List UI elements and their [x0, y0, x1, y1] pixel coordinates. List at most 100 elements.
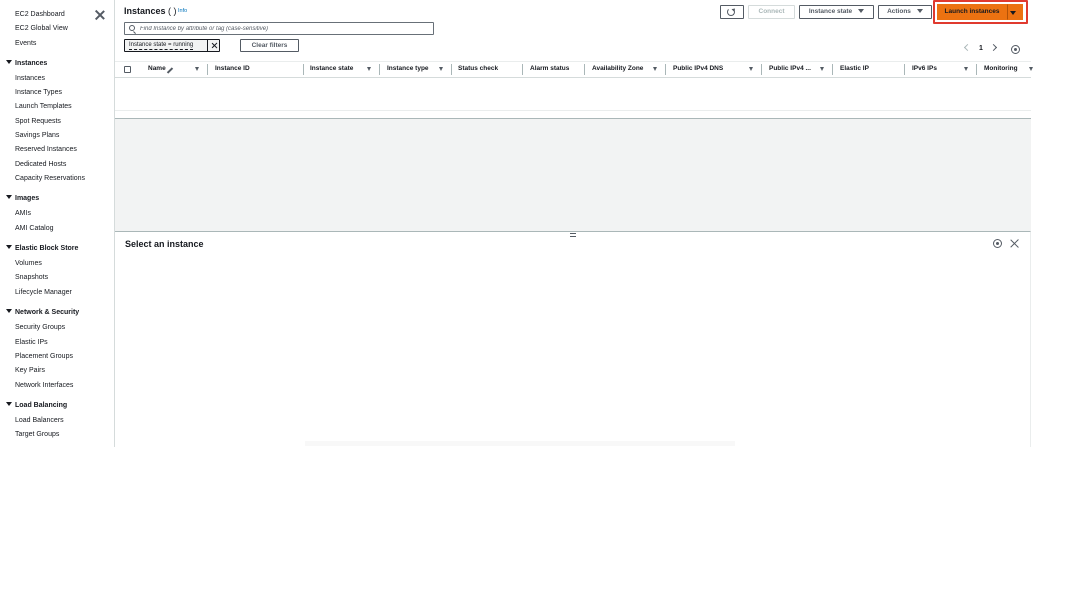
column-divider[interactable] [303, 64, 304, 75]
caret-down-icon [6, 195, 12, 199]
select-all-checkbox[interactable] [124, 66, 131, 73]
column-header-instance-type[interactable]: Instance type [387, 65, 429, 72]
column-divider[interactable] [665, 64, 666, 75]
sort-icon[interactable] [439, 67, 443, 71]
sidebar-nav: EC2 Dashboard EC2 Global View Events Ins… [0, 0, 115, 447]
sidebar-item-amis[interactable]: AMIs [15, 210, 31, 217]
search-input[interactable] [140, 24, 425, 34]
sidebar-item-capacity-reservations[interactable]: Capacity Reservations [15, 175, 85, 182]
clear-filters-button[interactable]: Clear filters [240, 39, 299, 52]
close-icon[interactable] [1010, 239, 1019, 248]
refresh-button[interactable] [720, 5, 744, 19]
caret-down-icon [6, 245, 12, 249]
sidebar-item-lifecycle-manager[interactable]: Lifecycle Manager [15, 289, 72, 296]
column-header-name[interactable]: Name [148, 65, 166, 72]
sidebar-item-ami-catalog[interactable]: AMI Catalog [15, 225, 54, 232]
sidebar-item-load-balancers[interactable]: Load Balancers [15, 417, 64, 424]
sidebar-section-load-balancing[interactable]: Load Balancing [6, 402, 67, 409]
scrollbar-track[interactable] [305, 441, 735, 446]
sidebar-item-launch-templates[interactable]: Launch Templates [15, 103, 72, 110]
table-header [115, 61, 1031, 78]
sort-icon[interactable] [653, 67, 657, 71]
sidebar-section-images[interactable]: Images [6, 195, 39, 202]
actions-dropdown[interactable]: Actions [878, 5, 932, 19]
column-header-elastic-ip[interactable]: Elastic IP [840, 65, 869, 72]
column-divider[interactable] [832, 64, 833, 75]
column-header-public-ipv4-address[interactable]: Public IPv4 ... [769, 65, 811, 72]
page-title: Instances ( ) [124, 6, 177, 16]
caret-down-icon [6, 402, 12, 406]
column-divider[interactable] [761, 64, 762, 75]
launch-instances-button[interactable]: Launch instances [937, 4, 1007, 20]
column-divider[interactable] [379, 64, 380, 75]
sort-icon[interactable] [1029, 67, 1033, 71]
sidebar-item-volumes[interactable]: Volumes [15, 260, 42, 267]
sidebar-item-events[interactable]: Events [15, 40, 36, 47]
sidebar-item-ec2-global-view[interactable]: EC2 Global View [15, 25, 68, 32]
column-header-public-ipv4-dns[interactable]: Public IPv4 DNS [673, 65, 723, 72]
filter-token: Instance state = running [124, 39, 220, 52]
split-panel-title: Select an instance [125, 239, 204, 249]
sidebar-item-snapshots[interactable]: Snapshots [15, 274, 48, 281]
column-header-availability-zone[interactable]: Availability Zone [592, 65, 643, 72]
sort-icon[interactable] [367, 67, 371, 71]
column-header-instance-state[interactable]: Instance state [310, 65, 353, 72]
split-panel [115, 231, 1031, 447]
sidebar-section-elastic-block-store[interactable]: Elastic Block Store [6, 245, 78, 252]
column-header-ipv6-ips[interactable]: IPv6 IPs [912, 65, 937, 72]
chevron-right-icon[interactable] [989, 43, 998, 52]
sidebar-item-savings-plans[interactable]: Savings Plans [15, 132, 59, 139]
column-header-alarm-status[interactable]: Alarm status [530, 65, 569, 72]
column-divider[interactable] [584, 64, 585, 75]
instance-count: ( ) [168, 6, 177, 16]
sidebar-item-key-pairs[interactable]: Key Pairs [15, 367, 45, 374]
remove-filter-icon[interactable] [207, 40, 220, 51]
sidebar-item-placement-groups[interactable]: Placement Groups [15, 353, 73, 360]
table-empty-area [115, 119, 1031, 231]
sidebar-item-spot-requests[interactable]: Spot Requests [15, 118, 61, 125]
sidebar-section-network-security[interactable]: Network & Security [6, 309, 79, 316]
filter-token-label[interactable]: Instance state = running [129, 42, 194, 50]
refresh-icon [727, 8, 735, 16]
page-number[interactable]: 1 [979, 45, 983, 52]
column-header-status-check[interactable]: Status check [458, 65, 498, 72]
sidebar-item-instance-types[interactable]: Instance Types [15, 89, 62, 96]
search-icon [129, 25, 135, 31]
caret-down-icon [858, 9, 865, 13]
sidebar-item-security-groups[interactable]: Security Groups [15, 324, 65, 331]
column-divider[interactable] [904, 64, 905, 75]
caret-down-icon [1010, 11, 1016, 15]
launch-instances-dropdown[interactable] [1007, 4, 1023, 20]
sidebar-item-dedicated-hosts[interactable]: Dedicated Hosts [15, 161, 66, 168]
caret-down-icon [916, 9, 923, 13]
sort-icon[interactable] [195, 67, 199, 71]
chevron-left-icon[interactable] [963, 43, 972, 52]
sidebar-item-target-groups[interactable]: Target Groups [15, 431, 59, 438]
resize-handle-icon[interactable] [570, 233, 576, 237]
connect-button[interactable]: Connect [748, 5, 795, 19]
sidebar-item-network-interfaces[interactable]: Network Interfaces [15, 382, 73, 389]
column-header-instance-id[interactable]: Instance ID [215, 65, 250, 72]
instance-state-dropdown[interactable]: Instance state [799, 5, 874, 19]
sidebar-item-ec2-dashboard[interactable]: EC2 Dashboard [15, 11, 65, 18]
column-divider[interactable] [207, 64, 208, 75]
column-divider[interactable] [451, 64, 452, 75]
sidebar-item-instances[interactable]: Instances [15, 75, 45, 82]
gear-icon[interactable] [993, 239, 1002, 248]
info-link[interactable]: Info [178, 8, 187, 14]
sidebar-section-instances[interactable]: Instances [6, 60, 47, 67]
column-divider[interactable] [976, 64, 977, 75]
column-header-monitoring[interactable]: Monitoring [984, 65, 1018, 72]
search-bar [124, 22, 434, 35]
sort-icon[interactable] [964, 67, 968, 71]
table-row-divider [115, 110, 1031, 111]
sort-icon[interactable] [749, 67, 753, 71]
close-icon[interactable] [95, 10, 105, 20]
sort-icon[interactable] [820, 67, 824, 71]
gear-icon[interactable] [1011, 45, 1020, 54]
caret-down-icon [6, 309, 12, 313]
sidebar-item-elastic-ips[interactable]: Elastic IPs [15, 339, 48, 346]
sidebar-item-reserved-instances[interactable]: Reserved Instances [15, 146, 77, 153]
column-divider[interactable] [522, 64, 523, 75]
caret-down-icon [6, 60, 12, 64]
